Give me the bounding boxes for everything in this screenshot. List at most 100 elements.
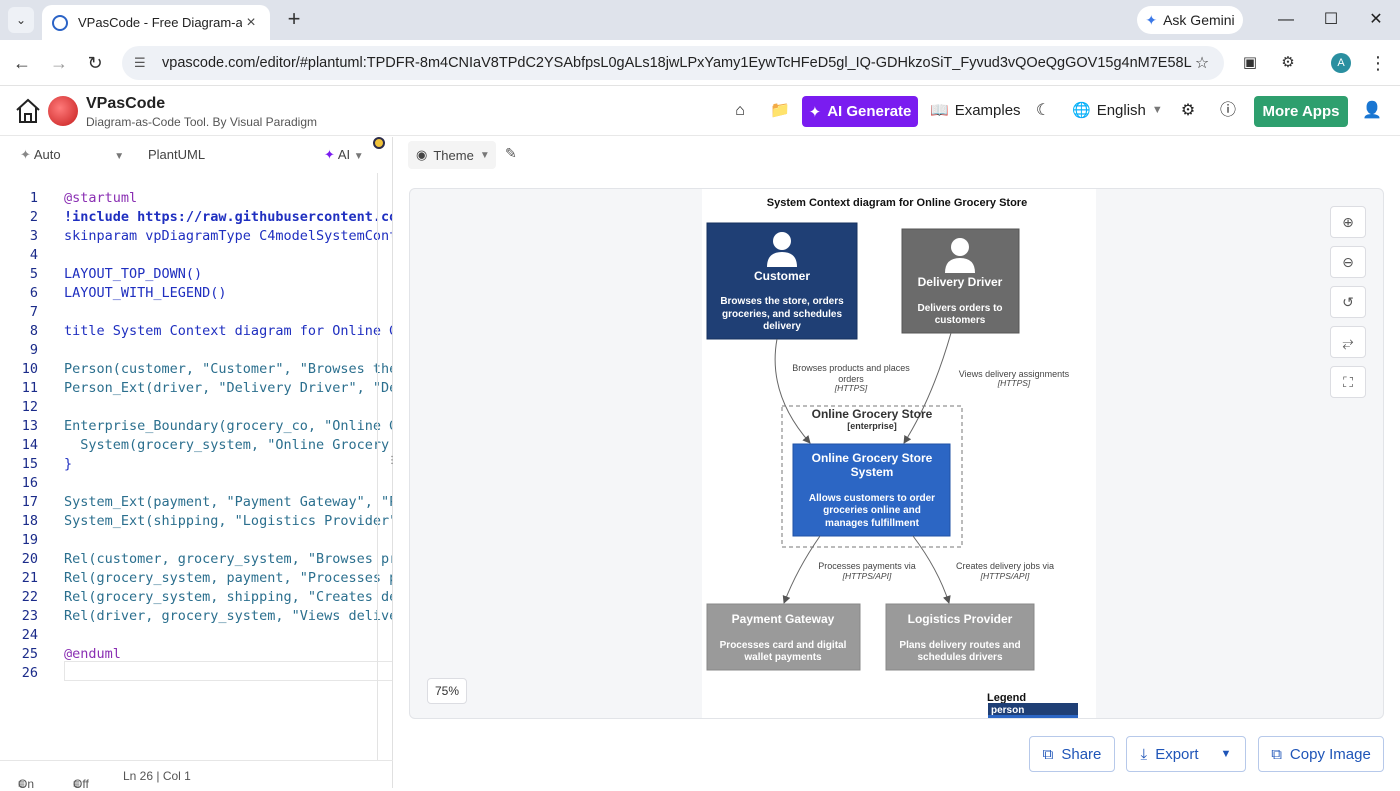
extensions-icon[interactable]: ⚙: [1276, 51, 1300, 75]
share-label: Share: [1061, 745, 1102, 763]
minimize-window-icon[interactable]: —: [1274, 8, 1298, 32]
dark-mode-icon[interactable]: ☾: [1033, 101, 1053, 121]
chevron-down-icon: ▼: [479, 149, 490, 161]
line-number: 14: [21, 437, 38, 453]
chevron-down-icon: ▼: [353, 151, 364, 162]
mode-select[interactable]: ✦ Auto ▼: [20, 147, 124, 163]
brand-name: VPasCode: [86, 95, 166, 112]
code-line: title System Context diagram for Online …: [64, 323, 393, 339]
back-icon[interactable]: ←: [10, 51, 34, 75]
customer-name: Customer: [754, 269, 810, 283]
examples-button[interactable]: 📖 Examples: [930, 101, 1021, 120]
copy-image-button[interactable]: ⧉ Copy Image: [1258, 736, 1384, 772]
drag-handle-icon[interactable]: ⋮: [387, 455, 397, 469]
theme-select[interactable]: ◉ Theme ▼: [408, 141, 496, 169]
chevron-down-icon: ▼: [1151, 104, 1163, 116]
open-folder-icon[interactable]: 📁: [770, 101, 790, 121]
reset-icon: ↺: [1342, 293, 1354, 310]
export-label: Export: [1155, 745, 1199, 763]
c4-diagram: System Context diagram for Online Grocer…: [706, 197, 1078, 718]
ai-generate-button[interactable]: ✦ AI Generate: [802, 96, 918, 127]
rel-driver-arrow: [903, 332, 952, 444]
line-number: 24: [21, 627, 38, 643]
settings-gear-icon[interactable]: ⚙: [1178, 101, 1198, 121]
payment-name: Payment Gateway: [732, 612, 835, 626]
favicon-icon: [52, 14, 68, 31]
share-button[interactable]: ⧉ Share: [1029, 736, 1115, 772]
code-line: Person(customer, "Customer", "Browses th…: [64, 361, 393, 377]
ask-gemini-button[interactable]: ✦ Ask Gemini: [1137, 6, 1243, 34]
chevron-down-icon: ▼: [114, 151, 125, 162]
line-number: 11: [21, 380, 38, 396]
reset-view-button[interactable]: ↺: [1330, 286, 1366, 318]
reload-icon[interactable]: ↻: [83, 51, 107, 75]
line-number: 20: [21, 551, 38, 567]
code-line: }: [64, 456, 73, 472]
code-line: skinparam vpDiagramType C4modelSystemCon…: [64, 228, 393, 244]
rel-driver-tech: [HTTPS]: [997, 378, 1031, 388]
rel-logistics-arrow: [912, 535, 951, 604]
code-line: Enterprise_Boundary(grocery_co, "Online …: [64, 418, 393, 434]
current-line-highlight: [64, 661, 393, 681]
browser-tab[interactable]: VPasCode - Free Diagram-as-Co ×: [42, 5, 270, 40]
line-number: 1: [29, 190, 38, 206]
site-info-icon[interactable]: ☰: [134, 55, 152, 71]
zoom-in-button[interactable]: ⊕: [1330, 206, 1366, 238]
zoom-level[interactable]: 75%: [427, 678, 467, 704]
user-account-icon[interactable]: 👤: [1362, 101, 1382, 121]
fullscreen-icon: ⛶: [1343, 373, 1353, 390]
home-nav-icon[interactable]: ⌂: [730, 101, 750, 121]
chevron-down-icon: ▼: [1220, 748, 1232, 760]
maximize-window-icon[interactable]: ☐: [1319, 8, 1343, 32]
help-icon[interactable]: ⓘ: [1218, 101, 1238, 121]
chevron-down-icon: ⌄: [15, 13, 27, 27]
zoom-out-button[interactable]: ⊖: [1330, 246, 1366, 278]
fullscreen-button[interactable]: ⛶: [1330, 366, 1366, 398]
editor-status-bar: ≡ On ≡ Off Ln 26 | Col 1: [0, 760, 393, 791]
tab-title: VPasCode - Free Diagram-as-Co: [78, 15, 242, 30]
editor-toolbar: ✦ Auto ▼ PlantUML ✦ AI ▼: [0, 137, 393, 171]
ask-gemini-label: Ask Gemini: [1163, 12, 1235, 28]
ai-assist-select[interactable]: ✦ AI ▼: [324, 147, 364, 163]
export-button[interactable]: ⤓ Export ▼: [1126, 736, 1246, 772]
legend-title: Legend: [987, 692, 1026, 704]
close-tab-icon[interactable]: ×: [242, 14, 260, 32]
fit-to-screen-button[interactable]: ⥂: [1330, 326, 1366, 358]
code-line: System(grocery_system, "Online Grocery S…: [64, 437, 393, 453]
boundary-type: [enterprise]: [847, 421, 897, 431]
forward-icon[interactable]: →: [47, 51, 71, 75]
browser-tab-bar: ⌄ VPasCode - Free Diagram-as-Co × + ✦ As…: [0, 0, 1400, 40]
brand-subtitle: Diagram-as-Code Tool. By Visual Paradigm: [86, 115, 317, 129]
code-line: Rel(grocery_system, payment, "Processes …: [64, 570, 393, 586]
legend-person-label: person: [991, 705, 1024, 716]
close-window-icon[interactable]: ✕: [1364, 8, 1388, 32]
profile-avatar[interactable]: A: [1331, 53, 1351, 73]
code-line: LAYOUT_TOP_DOWN(): [64, 266, 203, 282]
diagram-canvas[interactable]: System Context diagram for Online Grocer…: [409, 188, 1384, 719]
system-name: Online Grocery Store: [812, 451, 933, 465]
url-field[interactable]: ☰ vpascode.com/editor/#plantuml:TPDFR-8m…: [122, 46, 1224, 80]
home-icon[interactable]: [14, 97, 42, 125]
line-number: 4: [29, 247, 38, 263]
browser-menu-icon[interactable]: ⋮: [1366, 51, 1390, 75]
customer-desc: groceries, and schedules: [722, 309, 842, 320]
more-apps-button[interactable]: More Apps: [1254, 96, 1348, 127]
new-tab-button[interactable]: +: [283, 8, 305, 30]
rel-logistics-label: Creates delivery jobs via: [956, 561, 1054, 571]
edit-pencil-icon[interactable]: ✎: [505, 145, 517, 162]
fit-screen-icon: ⥂: [1342, 333, 1354, 350]
code-line: Person_Ext(driver, "Delivery Driver", "D…: [64, 380, 393, 396]
editor-scrollbar-track[interactable]: [377, 173, 378, 760]
language-label[interactable]: PlantUML: [148, 147, 205, 162]
boundary-name: Online Grocery Store: [812, 407, 933, 421]
bookmark-star-icon[interactable]: ☆: [1192, 53, 1212, 73]
code-line: Rel(customer, grocery_system, "Browses p…: [64, 551, 393, 567]
ai-sparkle-icon: ✦: [324, 147, 335, 162]
code-line: Rel(grocery_system, shipping, "Creates d…: [64, 589, 393, 605]
line-number: 15: [21, 456, 38, 472]
screenshot-icon[interactable]: ▣: [1238, 51, 1262, 75]
line-number: 22: [21, 589, 38, 605]
language-select[interactable]: 🌐 English ▼: [1072, 101, 1163, 120]
line-number: 23: [21, 608, 38, 624]
tab-search-button[interactable]: ⌄: [8, 7, 34, 33]
